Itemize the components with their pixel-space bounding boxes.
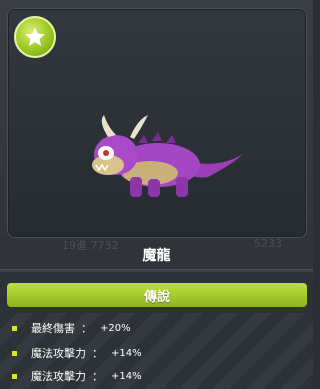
stat-separator: ： — [92, 370, 103, 383]
monster-card: 19進 7732 5233 魔龍 傳說 最終傷害 ： +20% 魔法攻擊力 ： … — [0, 0, 313, 389]
rank-badge: 傳說 — [7, 283, 307, 307]
stat-name: 最終傷害 — [31, 322, 75, 335]
star-icon — [14, 16, 56, 58]
stat-separator: ： — [92, 347, 103, 360]
stat-list: 最終傷害 ： +20% 魔法攻擊力 ： +14% 魔法攻擊力 ： +14% — [0, 313, 313, 389]
stat-row: 最終傷害 ： +20% — [12, 317, 131, 339]
divider — [0, 269, 313, 272]
square-bullet-icon — [12, 373, 17, 379]
monster-name: 魔龍 — [142, 248, 171, 264]
stat-row: 魔法攻擊力 ： +14% — [12, 342, 142, 364]
stat-value: +14% — [111, 347, 142, 359]
purple-dragon-image — [92, 115, 243, 197]
stat-separator: ： — [81, 322, 92, 335]
stat-name: 魔法攻擊力 — [31, 370, 86, 383]
square-bullet-icon — [12, 325, 17, 331]
square-bullet-icon — [12, 350, 17, 356]
rank-label: 傳說 — [143, 289, 170, 305]
stat-row: 魔法攻擊力 ： +14% — [12, 365, 142, 387]
stat-value: +14% — [111, 370, 142, 382]
stat-value: +20% — [100, 322, 131, 334]
stat-name: 魔法攻擊力 — [31, 347, 86, 360]
